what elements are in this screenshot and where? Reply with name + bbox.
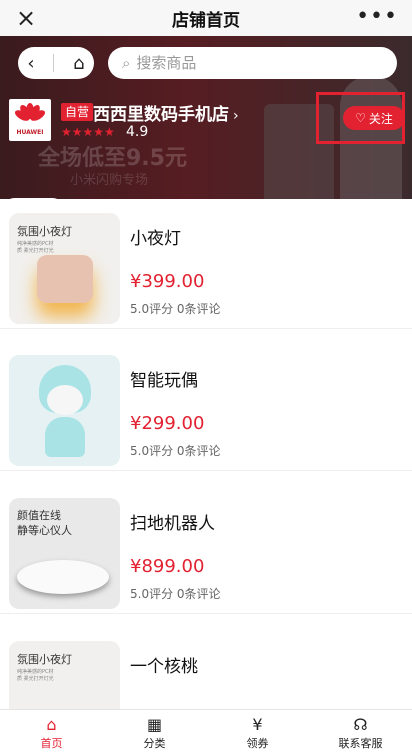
bottom-tab-bar: ⌂ 首页 ▦ 分类 ¥ 领券 ☊ 联系客服	[0, 709, 412, 755]
store-name[interactable]: 西西里数码手机店 ›	[93, 100, 239, 125]
product-image	[9, 355, 120, 466]
product-image: 氛围小夜灯 纯净美感的PC材质 柔光打开灯光	[9, 213, 120, 324]
product-review: 5.0评分 0条评论	[130, 444, 221, 458]
product-image: 颜值在线 静等心仪人	[9, 498, 120, 609]
banner-background-text: 全场低至9.5元	[38, 146, 187, 171]
coupon-icon: ¥	[252, 714, 263, 734]
product-review: 5.0评分 0条评论	[130, 587, 221, 601]
chevron-right-icon: ›	[233, 108, 239, 124]
tab-category[interactable]: ▦ 分类	[103, 710, 206, 755]
product-name: 小夜灯	[130, 229, 181, 249]
store-logo: HUAWEI	[9, 99, 51, 141]
product-list: 氛围小夜灯 纯净美感的PC材质 柔光打开灯光 小夜灯 ¥399.00 5.0评分…	[0, 199, 412, 709]
product-review: 5.0评分 0条评论	[130, 302, 221, 316]
shop-icon: ⌂	[46, 714, 57, 734]
grid-icon: ▦	[146, 714, 163, 734]
top-bar: × 店铺首页 •••	[0, 0, 412, 36]
home-icon[interactable]: ⌂	[73, 53, 84, 74]
product-item[interactable]: 颜值在线 静等心仪人 扫地机器人 ¥899.00 5.0评分 0条评论	[0, 484, 412, 614]
rating-stars-icon: ★★★★★	[61, 125, 115, 139]
logo-brand-text: HUAWEI	[16, 129, 44, 136]
product-price: ¥899.00	[130, 556, 205, 577]
tab-home[interactable]: ⌂ 首页	[0, 710, 103, 755]
self-operated-badge: 自营	[61, 103, 94, 121]
product-name: 扫地机器人	[130, 514, 215, 534]
product-item[interactable]: 氛围小夜灯 纯净美感的PC材质 柔光打开灯光 小夜灯 ¥399.00 5.0评分…	[0, 199, 412, 329]
banner-background-subtext: 小米闪购专场	[70, 173, 149, 188]
search-bar[interactable]: ⌕	[108, 47, 397, 79]
product-image: 氛围小夜灯 纯净美感的PC材质 柔光打开灯光	[9, 641, 120, 709]
product-item[interactable]: 智能玩偶 ¥299.00 5.0评分 0条评论	[0, 341, 412, 471]
close-icon[interactable]: ×	[16, 5, 36, 31]
product-item[interactable]: 氛围小夜灯 纯净美感的PC材质 柔光打开灯光 一个核桃	[0, 627, 412, 709]
follow-label: 关注	[368, 111, 393, 126]
search-input[interactable]	[136, 54, 357, 72]
back-icon[interactable]: ‹	[27, 53, 34, 74]
tab-coupon[interactable]: ¥ 领券	[206, 710, 309, 755]
more-icon[interactable]: •••	[356, 4, 398, 29]
tab-support[interactable]: ☊ 联系客服	[309, 710, 412, 755]
store-header: 全场低至9.5元 小米闪购专场 ‹ ⌂ ⌕ HUAWEI 自营 西西里数码手机店…	[0, 36, 412, 199]
product-name: 一个核桃	[130, 657, 198, 677]
nav-divider	[53, 54, 55, 72]
store-rating: 4.9	[126, 124, 149, 140]
page-title: 店铺首页	[172, 10, 240, 31]
nav-pill: ‹ ⌂	[18, 47, 94, 79]
heart-icon: ♡	[355, 111, 366, 125]
product-price: ¥399.00	[130, 271, 205, 292]
product-name: 智能玩偶	[130, 371, 198, 391]
headset-icon: ☊	[353, 714, 368, 734]
product-price: ¥299.00	[130, 413, 205, 434]
follow-button[interactable]: ♡ 关注	[343, 106, 405, 130]
search-icon: ⌕	[122, 54, 131, 72]
